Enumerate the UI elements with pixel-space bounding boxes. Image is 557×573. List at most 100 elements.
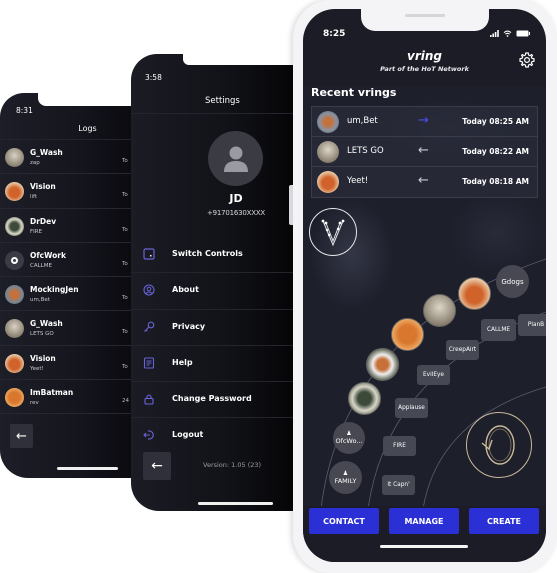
- key-icon: [144, 321, 155, 332]
- back-button[interactable]: ←: [143, 452, 171, 480]
- log-item[interactable]: OfcWork CALLME To: [0, 243, 135, 278]
- log-item[interactable]: Vision Yeet! To: [0, 346, 135, 381]
- fox-avatar: [5, 353, 24, 373]
- settings-phone-screen: 3:58 Settings JD +91701630XXXX Switch Co…: [131, 54, 296, 511]
- log-item[interactable]: MockingJen um,Bet To: [0, 277, 135, 312]
- vring-pill-creepairt[interactable]: CreepAirt: [446, 340, 479, 360]
- log-timestamp: To: [122, 329, 128, 336]
- log-timestamp: 24: [122, 398, 129, 405]
- deer-avatar: [5, 285, 24, 305]
- profile-phone: +91701630XXXX: [206, 209, 266, 217]
- recent-vring-row[interactable]: LETS GO ← Today 08:22 AM: [312, 137, 537, 167]
- contact-photo-fox[interactable]: [458, 277, 491, 310]
- menu-item-privacy[interactable]: Privacy: [131, 310, 296, 346]
- log-contact-name: MockingJen: [30, 285, 79, 295]
- phone-notch: [183, 54, 296, 65]
- log-message: zap: [30, 160, 40, 166]
- vring-pill-planb[interactable]: PlanB: [518, 314, 546, 336]
- main-phone-screen: 8:25 vring Part of the HoT Network Recen…: [303, 9, 546, 562]
- app-title: vring: [407, 49, 442, 63]
- log-item[interactable]: Vision lift To: [0, 174, 135, 209]
- signal-icon: [490, 30, 499, 37]
- log-item[interactable]: G_Wash LETS GO To: [0, 311, 135, 346]
- contact-group-ofcwork[interactable]: ♟ OfcWo...: [333, 422, 365, 454]
- contact-button[interactable]: CONTACT: [309, 508, 379, 534]
- log-contact-name: DrDev: [30, 216, 57, 226]
- gear-icon[interactable]: [519, 52, 535, 68]
- log-item[interactable]: ImBatman rev 24: [0, 380, 135, 415]
- contact-photo-deer[interactable]: [366, 348, 399, 381]
- group-label: OfcWo...: [335, 437, 363, 445]
- contact-group-gdogs[interactable]: Gdogs: [496, 265, 529, 298]
- log-timestamp: To: [122, 226, 128, 233]
- replay-button[interactable]: [466, 412, 532, 478]
- menu-label: Switch Controls: [172, 249, 243, 258]
- menu-item-logout[interactable]: Logout: [131, 418, 296, 454]
- washington-avatar: [5, 319, 24, 339]
- log-timestamp: To: [122, 260, 128, 267]
- vring-pill-fire[interactable]: FIRE: [383, 436, 416, 456]
- log-contact-name: OfcWork: [30, 250, 66, 260]
- phone-side-button: [289, 185, 293, 225]
- speaker-grille: [405, 14, 445, 17]
- menu-label: Logout: [172, 430, 204, 440]
- version-label: Version: 1.05 (23): [203, 461, 262, 469]
- user-circle-icon: [143, 284, 155, 296]
- arrow-left-icon: ←: [151, 458, 163, 474]
- menu-item-about[interactable]: About: [131, 273, 296, 310]
- deer-avatar: [317, 111, 339, 133]
- user-icon: [223, 146, 248, 172]
- pattern-avatar: [5, 216, 24, 236]
- log-contact-name: G_Wash: [30, 319, 63, 329]
- recent-vrings-heading: Recent vrings: [311, 86, 397, 99]
- contact-photo-orange[interactable]: [391, 318, 424, 351]
- profile-name: JD: [229, 192, 243, 205]
- settings-menu: Switch Controls About Privacy Help Chang…: [131, 237, 296, 455]
- recent-vring-row[interactable]: Yeet! ← Today 08:18 AM: [312, 167, 537, 197]
- switch-icon: [143, 248, 155, 260]
- vring-pill-evileye[interactable]: EvilEye: [417, 365, 450, 385]
- menu-item-switch-controls[interactable]: Switch Controls: [131, 237, 296, 274]
- log-message: rev: [30, 400, 39, 407]
- vring-message: Yeet!: [347, 176, 369, 186]
- recent-vrings-list: um,Bet → Today 08:25 AM LETS GO ← Today …: [311, 106, 538, 198]
- phone-notch: [361, 9, 489, 31]
- vring-pill-applause[interactable]: Applause: [395, 398, 428, 418]
- arrow-left-icon: ←: [418, 173, 429, 188]
- washington-avatar: [5, 148, 24, 167]
- log-message: Yeet!: [30, 365, 44, 372]
- screen-title: Logs: [78, 124, 97, 133]
- profile-avatar[interactable]: [208, 131, 263, 186]
- vring-pill-callme[interactable]: CALLME: [481, 319, 516, 341]
- log-message: CALLME: [30, 262, 52, 269]
- divider: [131, 113, 296, 114]
- contact-photo-washington[interactable]: [423, 294, 456, 327]
- logout-icon: [143, 430, 154, 441]
- contact-group-family[interactable]: ♟ FAMILY: [329, 461, 362, 494]
- vring-pill-it-capn[interactable]: It Capn': [382, 475, 415, 495]
- status-time: 8:31: [16, 106, 33, 115]
- vring-message: um,Bet: [347, 116, 378, 126]
- log-contact-name: ImBatman: [30, 388, 74, 398]
- status-time: 8:25: [323, 29, 346, 39]
- recent-vring-row[interactable]: um,Bet → Today 08:25 AM: [312, 107, 537, 137]
- home-indicator: [198, 502, 273, 505]
- logs-phone-screen: 8:31 Logs G_Wash zap To Vision lift To D…: [0, 93, 135, 478]
- lock-icon: [144, 394, 154, 405]
- menu-item-change-password[interactable]: Change Password: [131, 382, 296, 419]
- create-button[interactable]: CREATE: [469, 508, 539, 534]
- back-button[interactable]: ←: [10, 424, 33, 448]
- log-message: FIRE: [30, 228, 43, 235]
- wifi-icon: [503, 30, 512, 37]
- menu-label: Privacy: [172, 321, 206, 331]
- contact-photo-pattern[interactable]: [348, 382, 381, 415]
- manage-button[interactable]: MANAGE: [389, 508, 459, 534]
- bottom-action-bar: CONTACT MANAGE CREATE: [303, 506, 546, 562]
- log-item[interactable]: DrDev FIRE To: [0, 209, 135, 243]
- orange-avatar: [5, 388, 24, 408]
- menu-label: Help: [172, 357, 193, 367]
- arrow-left-icon: ←: [418, 143, 429, 158]
- log-item[interactable]: G_Wash zap To: [0, 140, 135, 175]
- menu-item-help[interactable]: Help: [131, 346, 296, 383]
- group-label: FAMILY: [334, 476, 357, 485]
